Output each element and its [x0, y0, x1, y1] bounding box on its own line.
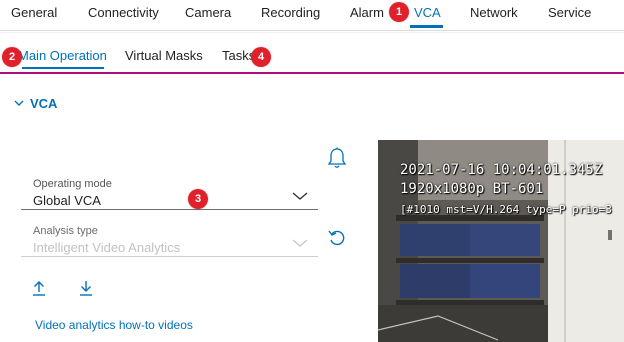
brand-divider [0, 72, 624, 74]
analysis-type-select[interactable]: Analysis type Intelligent Video Analytic… [21, 225, 318, 257]
subtab-virtual-masks[interactable]: Virtual Masks [125, 48, 203, 63]
sub-navigation: Main Operation Virtual Masks Tasks [0, 40, 624, 74]
how-to-videos-link[interactable]: Video analytics how-to videos [35, 318, 193, 332]
tab-vca[interactable]: VCA [414, 5, 441, 20]
tab-recording[interactable]: Recording [261, 5, 320, 20]
video-timestamp: 2021-07-16 10:04:01.345Z [400, 162, 603, 178]
upload-icon[interactable] [30, 279, 48, 302]
operating-mode-value: Global VCA [33, 193, 101, 208]
vca-section-header[interactable]: VCA [12, 95, 57, 111]
undo-icon[interactable] [327, 228, 347, 253]
tab-network[interactable]: Network [470, 5, 518, 20]
operating-mode-label: Operating mode [33, 178, 112, 190]
chevron-down-icon [292, 235, 308, 247]
top-nav-divider-shadow [0, 32, 624, 33]
download-icon[interactable] [77, 279, 95, 302]
tab-general[interactable]: General [11, 5, 57, 20]
chevron-down-icon [12, 96, 26, 110]
video-stream-info: [#1010 mst=V/H.264 type=P prio=3 [400, 203, 612, 216]
section-title: VCA [30, 95, 58, 111]
tab-connectivity[interactable]: Connectivity [88, 5, 159, 20]
chevron-down-icon[interactable] [292, 188, 308, 200]
callout-badge-3: 3 [188, 189, 208, 209]
analysis-type-value: Intelligent Video Analytics [33, 240, 181, 255]
callout-badge-1: 1 [389, 2, 409, 22]
tab-camera[interactable]: Camera [185, 5, 231, 20]
callout-badge-4: 4 [251, 47, 271, 67]
active-subtab-indicator [22, 67, 104, 69]
operating-mode-underline [21, 209, 318, 210]
analysis-type-underline [21, 256, 318, 257]
video-resolution: 1920x1080p BT-601 [400, 181, 544, 197]
top-nav-divider [0, 30, 624, 31]
subtab-main-operation[interactable]: Main Operation [18, 48, 107, 63]
callout-badge-2: 2 [2, 47, 22, 67]
video-preview: 2021-07-16 10:04:01.345Z 1920x1080p BT-6… [378, 140, 624, 342]
analysis-type-label: Analysis type [33, 225, 98, 237]
top-navigation: General Connectivity Camera Recording Al… [0, 0, 624, 28]
tab-service[interactable]: Service [548, 5, 591, 20]
bell-icon[interactable] [327, 146, 347, 175]
active-tab-indicator [410, 25, 443, 28]
tab-alarm[interactable]: Alarm [350, 5, 384, 20]
operating-mode-select[interactable]: Operating mode Global VCA [21, 178, 318, 210]
